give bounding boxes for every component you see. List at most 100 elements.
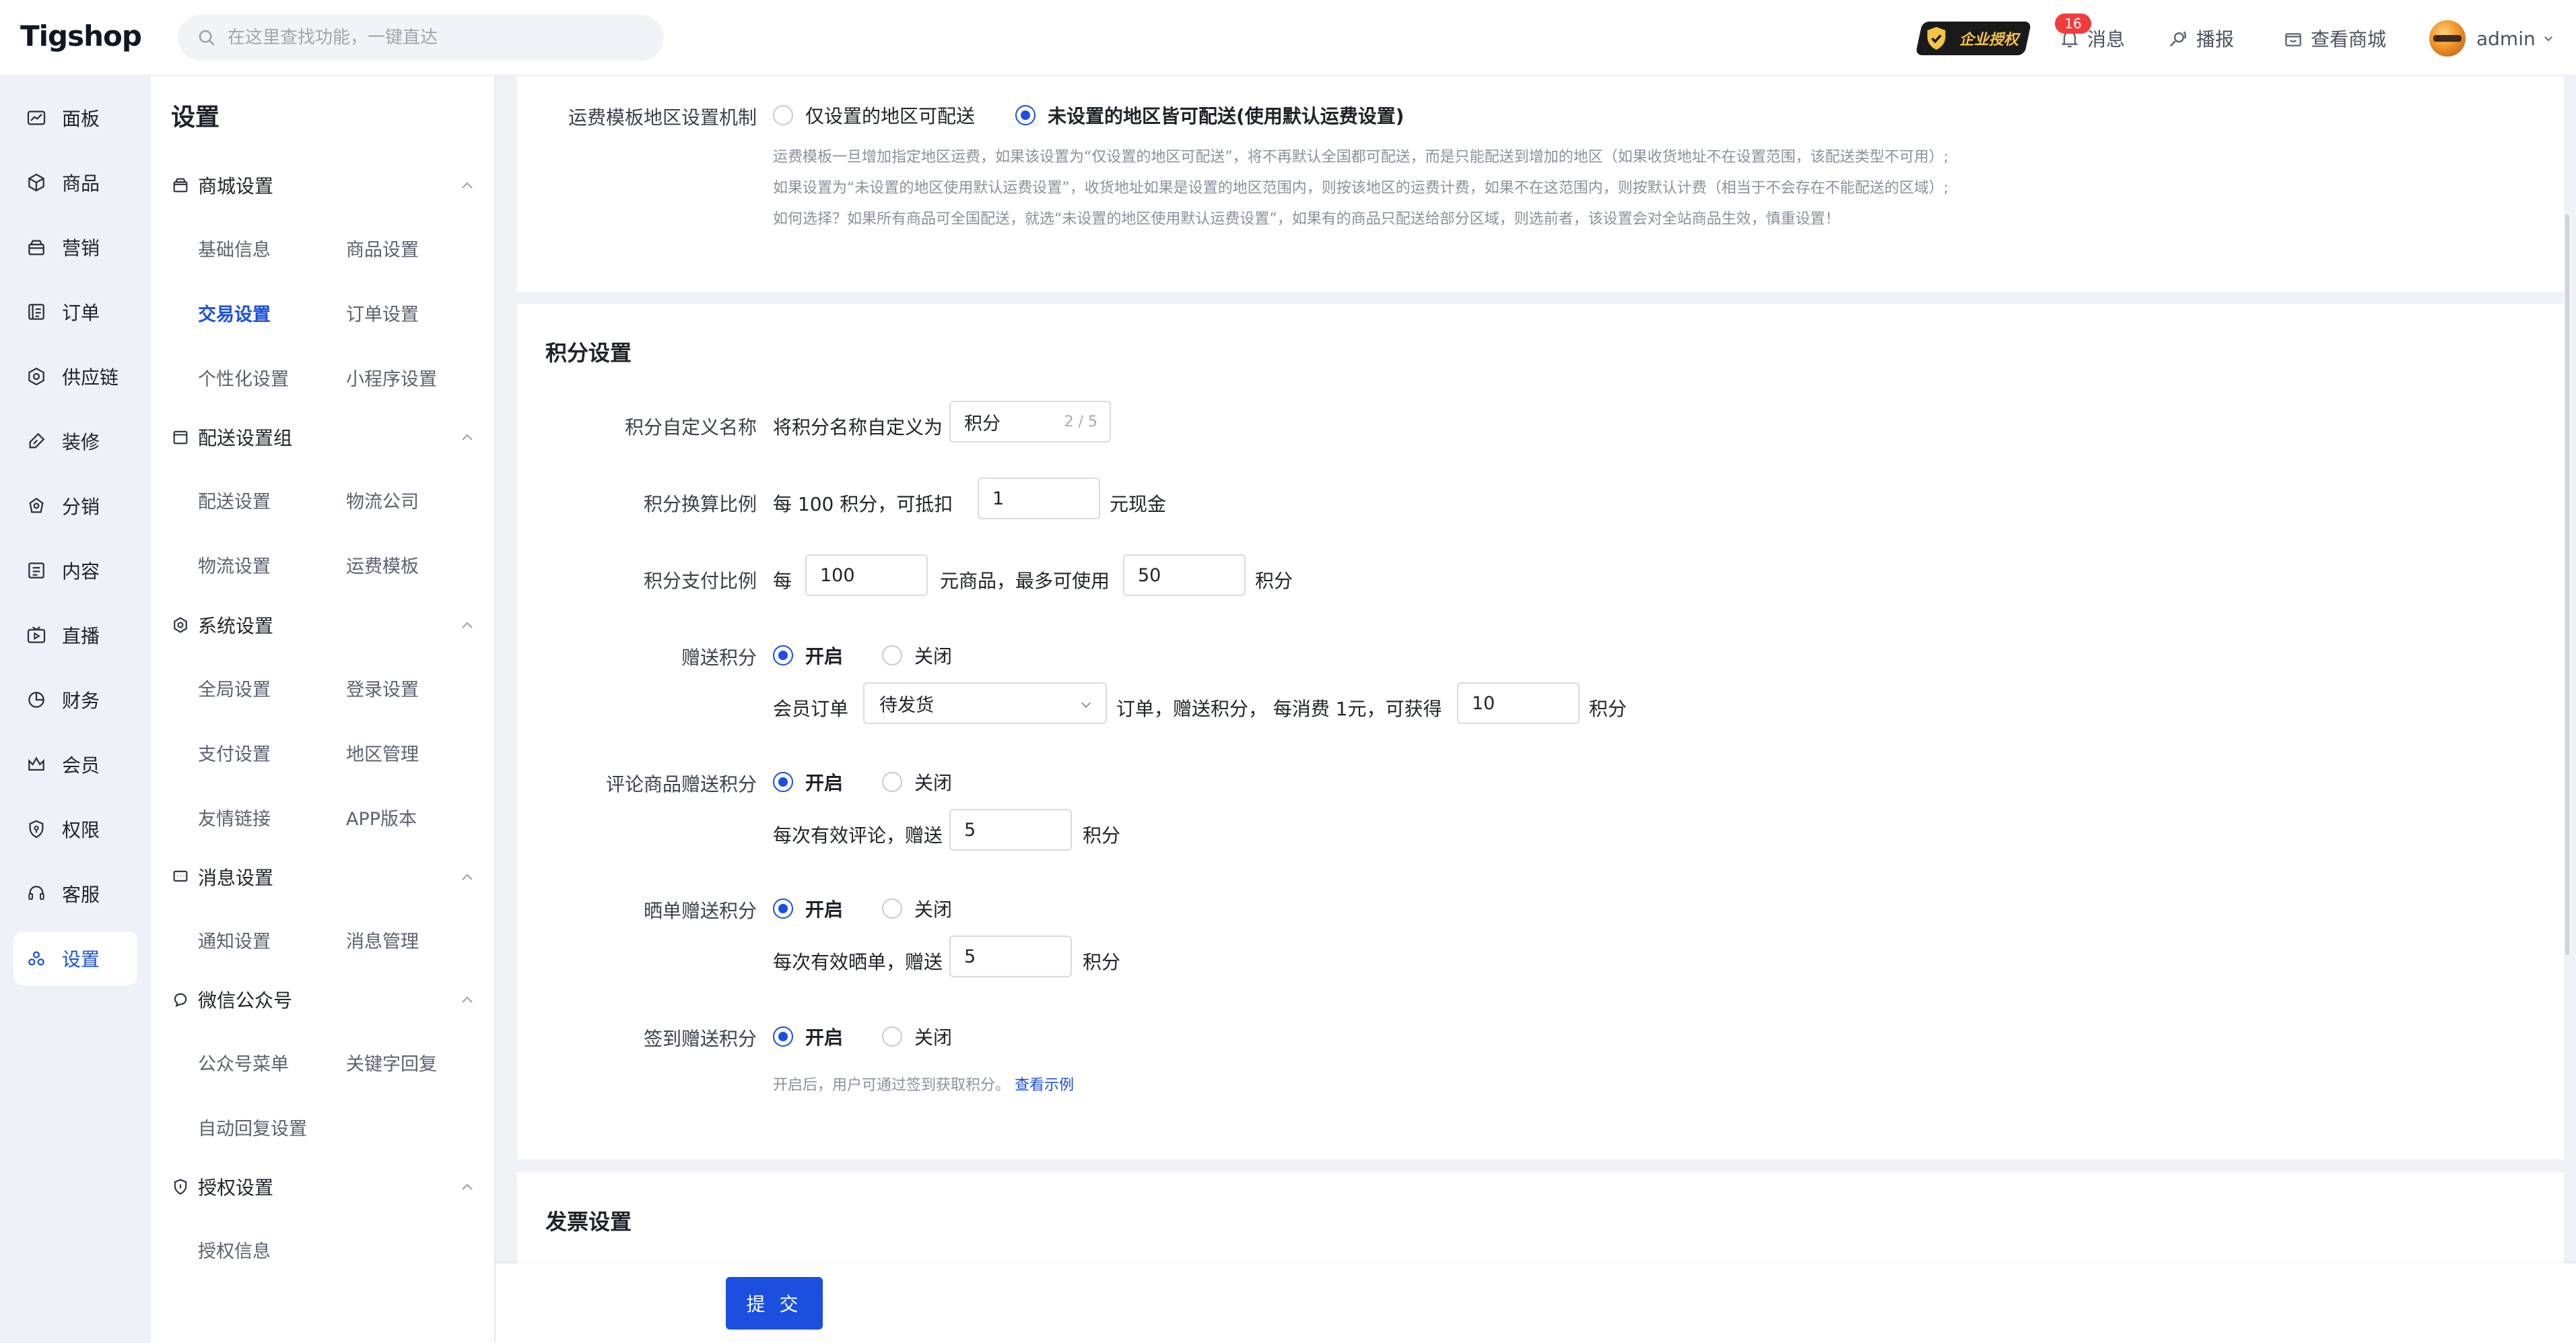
review-points-input[interactable] (949, 809, 1072, 851)
radio-gift-off[interactable]: 关闭 (882, 642, 952, 669)
nav-item-content[interactable]: 内容 (13, 544, 137, 597)
radio-review-off[interactable]: 关闭 (882, 768, 952, 795)
enterprise-auth-badge[interactable]: 企业授权 (1915, 22, 2032, 55)
radio-share-on[interactable]: 开启 (773, 895, 843, 922)
submenu-link-keyword-reply[interactable]: 关键字回复 (346, 1049, 437, 1076)
nav-label: 客服 (62, 884, 100, 906)
radio-share-off[interactable]: 关闭 (882, 895, 952, 922)
submenu-link-order-settings[interactable]: 订单设置 (346, 300, 419, 326)
nav-item-orders[interactable]: 订单 (13, 285, 137, 339)
submenu-link-notification-settings[interactable]: 通知设置 (198, 927, 271, 953)
submenu-link-login-settings[interactable]: 登录设置 (346, 675, 419, 701)
authorization-shield-icon (174, 1179, 187, 1195)
submenu-group-delivery[interactable]: 配送设置组 (171, 420, 475, 454)
gift-order-status-select[interactable]: 待发货 (863, 682, 1107, 724)
submenu-link-app-version[interactable]: APP版本 (346, 804, 417, 830)
group-label: 授权设置 (198, 1177, 274, 1199)
freight-hint-3: 如何选择？如果所有商品可全国配送，就选“未设置的地区使用默认运费设置”，如果有的… (773, 211, 1840, 228)
points-ratio-input[interactable] (978, 478, 1100, 519)
submenu-link-basic-info[interactable]: 基础信息 (198, 235, 271, 261)
points-custom-name-prefix: 将积分名称自定义为 (773, 416, 943, 438)
broadcast-button[interactable]: 播报 (2167, 20, 2234, 57)
radio-dot (882, 1026, 902, 1047)
view-example-link[interactable]: 查看示例 (1015, 1077, 1074, 1094)
submenu-link-region-management[interactable]: 地区管理 (346, 740, 419, 766)
submenu-link-friendly-links[interactable]: 友情链接 (198, 804, 271, 830)
radio-dot (773, 105, 793, 125)
submenu-link-product-settings[interactable]: 商品设置 (346, 235, 419, 261)
nav-item-supply-chain[interactable]: 供应链 (13, 350, 137, 403)
radio-gift-on[interactable]: 开启 (773, 642, 843, 669)
gift-order-points-input[interactable] (1457, 682, 1580, 724)
box-icon (28, 173, 44, 192)
submenu-link-delivery-settings[interactable]: 配送设置 (198, 487, 271, 513)
points-pay-max-input[interactable] (1123, 554, 1246, 596)
search-icon (199, 30, 215, 46)
nav-item-decoration[interactable]: 装修 (13, 414, 137, 468)
submenu-link-personalization[interactable]: 个性化设置 (198, 364, 289, 391)
chevron-down-icon (1081, 702, 1091, 708)
radio-dot (882, 645, 902, 665)
user-menu[interactable]: admin (2476, 20, 2561, 57)
radio-label: 开启 (805, 1026, 844, 1049)
submenu-link-official-menu[interactable]: 公众号菜单 (198, 1049, 289, 1076)
radio-freight-all-default[interactable]: 未设置的地区皆可配送(使用默认运费设置) (1015, 102, 1404, 129)
submenu-group-system[interactable]: 系统设置 (171, 608, 475, 642)
nav-item-live[interactable]: 直播 (13, 608, 137, 662)
content-scrollbar[interactable] (2565, 214, 2569, 955)
radio-freight-only-set[interactable]: 仅设置的地区可配送 (773, 102, 975, 129)
submenu-link-logistics-settings[interactable]: 物流设置 (198, 552, 271, 578)
radio-dot (1015, 105, 1036, 125)
submenu-link-trade-settings[interactable]: 交易设置 (198, 300, 271, 326)
chevron-up-icon (462, 622, 473, 628)
radio-dot (882, 772, 902, 792)
nav-item-marketing[interactable]: 营销 (13, 220, 137, 274)
submenu-link-message-management[interactable]: 消息管理 (346, 927, 419, 953)
nav-label: 会员 (62, 754, 100, 777)
points-pay-amount-input[interactable] (805, 554, 928, 596)
invoice-section-title: 发票设置 (545, 1209, 632, 1235)
nav-item-products[interactable]: 商品 (13, 156, 137, 209)
nav-item-permissions[interactable]: 权限 (13, 802, 137, 856)
nav-item-customer-service[interactable]: 客服 (13, 867, 137, 921)
nav-item-dashboard[interactable]: 面板 (13, 91, 137, 145)
nav-item-distribution[interactable]: 分销 (13, 479, 137, 533)
radio-label: 仅设置的地区可配送 (805, 105, 976, 127)
submenu-link-auto-reply[interactable]: 自动回复设置 (198, 1114, 307, 1140)
submenu-group-messages[interactable]: 消息设置 (171, 860, 475, 894)
points-custom-name-input[interactable]: 积分 2 / 5 (949, 401, 1111, 443)
submenu-link-global-settings[interactable]: 全局设置 (198, 675, 271, 701)
distribution-icon (29, 497, 44, 513)
nav-item-settings[interactable]: 设置 (13, 931, 137, 985)
share-points-input[interactable] (949, 936, 1072, 977)
radio-label: 关闭 (914, 772, 953, 794)
radio-review-on[interactable]: 开启 (773, 768, 843, 795)
submenu-link-payment-settings[interactable]: 支付设置 (198, 740, 271, 766)
submenu-group-mall-settings[interactable]: 商城设置 (171, 168, 475, 202)
radio-signin-on[interactable]: 开启 (773, 1023, 843, 1050)
view-store-button[interactable]: 查看商城 (2282, 20, 2386, 57)
top-bar: Tigshop 企业授权 消息 16 播报 (0, 0, 2576, 76)
submenu-link-authorization-info[interactable]: 授权信息 (198, 1237, 271, 1263)
messages-label: 消息 (2087, 28, 2126, 51)
global-search[interactable] (178, 15, 664, 61)
nav-label: 营销 (62, 237, 100, 259)
search-input[interactable] (228, 28, 645, 48)
submit-button[interactable]: 提 交 (726, 1277, 823, 1330)
submenu-group-wechat[interactable]: 微信公众号 (171, 983, 475, 1016)
freight-mechanism-label: 运费模板地区设置机制 (568, 106, 757, 129)
radio-signin-off[interactable]: 关闭 (882, 1023, 952, 1050)
submit-bar: 提 交 (496, 1264, 2576, 1343)
group-label: 微信公众号 (198, 989, 293, 1012)
nav-item-members[interactable]: 会员 (13, 738, 137, 791)
app-logo[interactable]: Tigshop (20, 18, 142, 55)
nav-item-finance[interactable]: 财务 (13, 673, 137, 727)
store-settings-icon (173, 178, 188, 193)
submenu-group-authorization[interactable]: 授权设置 (171, 1170, 475, 1204)
points-ratio-label: 积分换算比例 (643, 493, 757, 515)
submenu-link-freight-template[interactable]: 运费模板 (346, 552, 419, 578)
user-avatar[interactable] (2429, 20, 2466, 57)
submenu-link-logistics-company[interactable]: 物流公司 (346, 487, 419, 513)
submenu-link-miniprogram[interactable]: 小程序设置 (346, 364, 437, 391)
freight-hint-1: 运费模板一旦增加指定地区运费，如果该设置为“仅设置的地区可配送”，将不再默认全国… (773, 149, 1949, 166)
